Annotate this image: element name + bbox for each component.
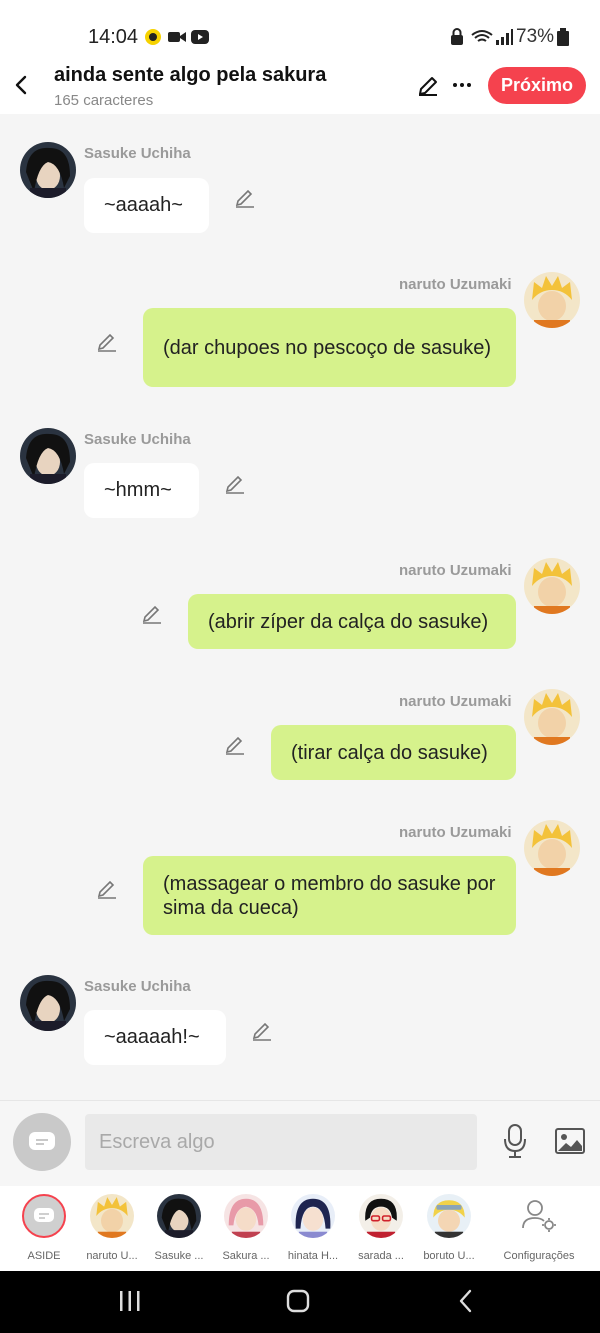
character-label: hinata H... [287,1250,339,1262]
chat-bubble-icon [29,1132,55,1150]
character-sakura[interactable]: Sakura ... [214,1194,278,1262]
message-bubble[interactable]: (abrir zíper da calça do sasuke) [188,594,516,649]
aside-toggle-button[interactable] [13,1113,71,1171]
character-sarada[interactable]: sarada ... [349,1194,413,1262]
edit-message-icon[interactable] [224,473,246,495]
edit-message-icon[interactable] [96,331,118,353]
character-label: boruto U... [423,1250,475,1262]
video-camera-icon [168,32,186,42]
sender-name: naruto Uzumaki [399,693,512,710]
sender-name: naruto Uzumaki [399,276,512,293]
edit-message-icon[interactable] [234,187,256,209]
character-naruto[interactable]: naruto U... [80,1194,144,1262]
sarada-avatar-icon [359,1194,403,1238]
sasuke-avatar-icon [20,428,76,484]
character-aside[interactable]: ASIDE [12,1194,76,1262]
sender-name: Sasuke Uchiha [84,978,191,995]
avatar-sasuke[interactable] [20,428,76,484]
user-settings-icon [522,1200,556,1232]
sakura-avatar [224,1194,268,1238]
character-label: ASIDE [27,1250,61,1262]
battery-level: 73% [516,26,555,47]
aside-avatar [22,1194,66,1238]
character-boruto[interactable]: boruto U... [417,1194,481,1262]
battery-icon [557,28,569,46]
next-button[interactable]: Próximo [488,67,586,104]
naruto-avatar-icon [524,558,580,614]
sasuke-avatar-icon [157,1194,201,1238]
message-bubble[interactable]: (dar chupoes no pescoço de sasuke) [143,308,516,387]
character-label: Sakura ... [222,1250,270,1262]
sasuke-avatar-icon [20,975,76,1031]
settings-avatar [517,1194,561,1238]
signal-icon [496,29,513,45]
boruto-avatar [427,1194,471,1238]
edit-message-icon[interactable] [96,878,118,900]
message-input[interactable]: Escreva algo [85,1114,477,1170]
character-label: naruto U... [86,1250,138,1262]
page-title: ainda sente algo pela sakura [54,64,327,86]
message-bubble[interactable]: (massagear o membro do sasuke por sima d… [143,856,516,935]
naruto-avatar-icon [90,1194,134,1238]
boruto-avatar-icon [427,1194,471,1238]
hinata-avatar-icon [291,1194,335,1238]
edit-message-icon[interactable] [251,1020,273,1042]
lock-battery-saver-icon [451,28,463,45]
wifi-icon [471,30,493,42]
microphone-icon[interactable] [502,1123,528,1159]
avatar-sasuke[interactable] [20,142,76,198]
sender-name: naruto Uzumaki [399,562,512,579]
message-bubble[interactable]: ~aaaaah!~ [84,1010,226,1065]
sarada-avatar [359,1194,403,1238]
naruto-avatar-icon [524,272,580,328]
edit-pencil-icon[interactable] [416,74,440,98]
character-label: Sasuke ... [154,1250,204,1262]
home-icon[interactable] [285,1288,311,1314]
sender-name: Sasuke Uchiha [84,431,191,448]
avatar-sasuke[interactable] [20,975,76,1031]
edit-message-icon[interactable] [224,734,246,756]
message-bubble[interactable]: ~hmm~ [84,463,199,518]
sasuke-avatar-icon [20,142,76,198]
naruto-avatar-icon [524,820,580,876]
naruto-avatar [90,1194,134,1238]
back-arrow-icon[interactable] [10,70,32,100]
status-time: 14:04 [88,26,139,48]
sakura-avatar-icon [224,1194,268,1238]
character-sasuke[interactable]: Sasuke ... [147,1194,211,1262]
edit-message-icon[interactable] [141,603,163,625]
nav-back-icon[interactable] [455,1288,477,1314]
character-count: 165 caracteres [54,92,154,109]
image-upload-icon[interactable] [554,1126,586,1156]
avatar-naruto[interactable] [524,820,580,876]
more-options-icon[interactable] [452,80,472,90]
naruto-avatar-icon [524,689,580,745]
sasuke-avatar [157,1194,201,1238]
message-bubble[interactable]: (tirar calça do sasuke) [271,725,516,780]
character-hinata[interactable]: hinata H... [281,1194,345,1262]
chat-bubble-icon [34,1208,54,1222]
avatar-naruto[interactable] [524,558,580,614]
hinata-avatar [291,1194,335,1238]
recent-apps-icon[interactable] [118,1289,142,1313]
sender-name: Sasuke Uchiha [84,145,191,162]
youtube-icon [191,30,209,44]
settings-button[interactable]: Configurações [500,1194,578,1262]
character-label: sarada ... [358,1250,404,1262]
message-bubble[interactable]: ~aaaah~ [84,178,209,233]
avatar-naruto[interactable] [524,272,580,328]
character-label: Configurações [503,1250,575,1262]
notification-app-icon [145,29,161,45]
avatar-naruto[interactable] [524,689,580,745]
sender-name: naruto Uzumaki [399,824,512,841]
